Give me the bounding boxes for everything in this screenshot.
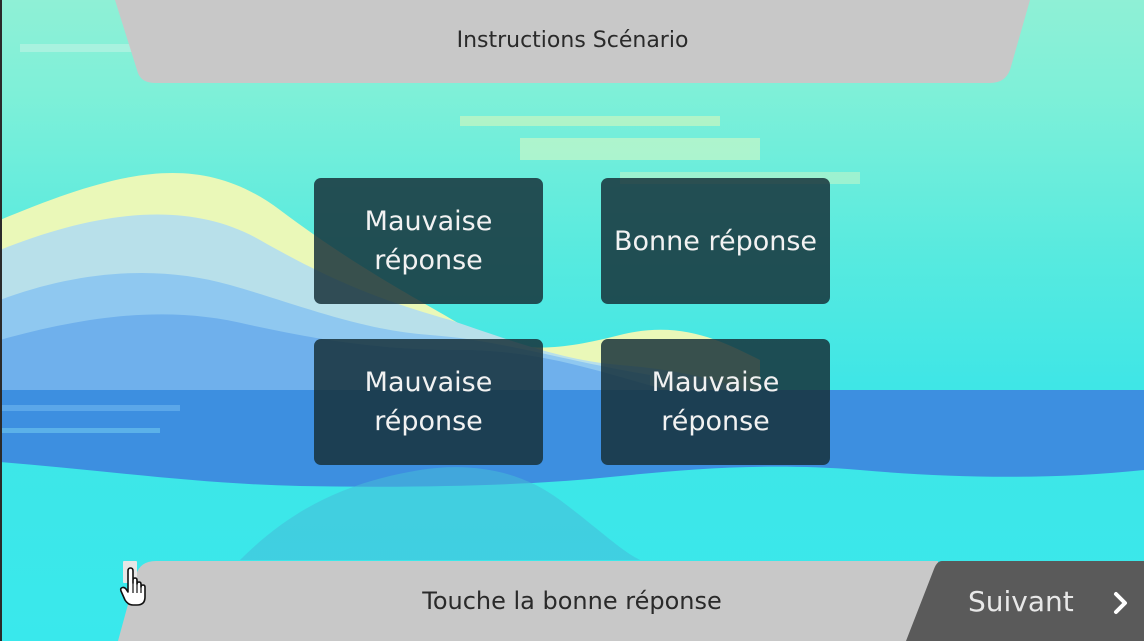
answer-button-2[interactable]: Bonne réponse (601, 178, 830, 304)
game-screen: Instructions Scénario Mauvaise réponse B… (0, 0, 1144, 641)
answer-button-3[interactable]: Mauvaise réponse (314, 339, 543, 465)
chevron-right-icon (1114, 592, 1127, 614)
next-button[interactable]: Suivant (906, 561, 1144, 641)
header-banner: Instructions Scénario (115, 0, 1030, 83)
answer-button-1[interactable]: Mauvaise réponse (314, 178, 543, 304)
instruction-banner: Touche la bonne réponse (118, 561, 938, 641)
answer-grid: Mauvaise réponse Bonne réponse Mauvaise … (314, 178, 830, 466)
page-title: Instructions Scénario (456, 28, 689, 53)
instruction-text: Touche la bonne réponse (422, 587, 722, 615)
answer-button-4[interactable]: Mauvaise réponse (601, 339, 830, 465)
next-button-label: Suivant (968, 585, 1074, 618)
